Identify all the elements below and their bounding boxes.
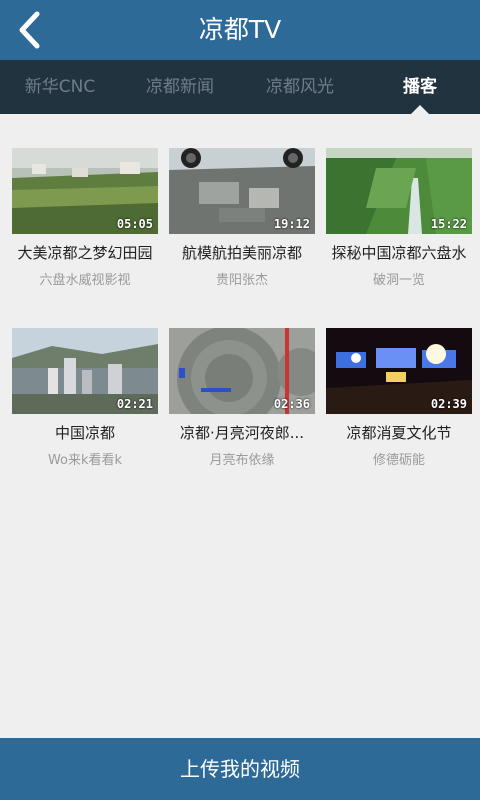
video-author: Wo来k看看k (47, 453, 123, 468)
video-card[interactable]: 02:21 中国凉都 Wo来k看看k (12, 328, 158, 468)
video-thumbnail[interactable]: 02:36 (169, 328, 315, 414)
video-author: 月亮布依缘 (209, 453, 275, 468)
video-card[interactable]: 02:39 凉都消夏文化节 修德砺能 (326, 328, 472, 468)
video-duration: 15:22 (430, 217, 467, 231)
video-thumbnail[interactable]: 02:39 (326, 328, 472, 414)
top-bar: 凉都TV (0, 0, 480, 60)
video-card[interactable]: 02:36 凉都·月亮河夜郎... 月亮布依缘 (169, 328, 315, 468)
tab-bar: 新华CNC 凉都新闻 凉都风光 播客 (0, 60, 480, 114)
video-title[interactable]: 航模航拍美丽凉都 (169, 242, 315, 263)
video-duration: 02:21 (116, 397, 153, 411)
video-card[interactable]: 19:12 航模航拍美丽凉都 贵阳张杰 (169, 148, 315, 288)
video-title[interactable]: 中国凉都 (12, 422, 158, 443)
video-card[interactable]: 05:05 大美凉都之梦幻田园 六盘水威视影视 (12, 148, 158, 288)
video-author: 破洞一览 (372, 273, 425, 288)
tab-xinhua-cnc[interactable]: 新华CNC (0, 60, 120, 114)
app-title: 凉都TV (198, 15, 282, 44)
tab-podcast[interactable]: 播客 (360, 60, 480, 114)
video-thumbnail[interactable]: 05:05 (12, 148, 158, 234)
video-author: 贵阳张杰 (215, 273, 268, 288)
video-thumbnail[interactable]: 02:21 (12, 328, 158, 414)
video-title[interactable]: 凉都·月亮河夜郎... (169, 422, 315, 443)
upload-video-button[interactable]: 上传我的视频 (0, 738, 480, 800)
video-author: 六盘水威视影视 (39, 273, 131, 288)
video-duration: 19:12 (273, 217, 310, 231)
video-title[interactable]: 凉都消夏文化节 (326, 422, 472, 443)
video-card[interactable]: 15:22 探秘中国凉都六盘水 破洞一览 (326, 148, 472, 288)
tab-liangdu-scenery[interactable]: 凉都风光 (240, 60, 360, 114)
video-duration: 02:36 (273, 397, 310, 411)
tab-liangdu-news[interactable]: 凉都新闻 (120, 60, 240, 114)
video-title[interactable]: 大美凉都之梦幻田园 (12, 242, 158, 263)
video-thumbnail[interactable]: 19:12 (169, 148, 315, 234)
video-duration: 02:39 (430, 397, 467, 411)
video-title[interactable]: 探秘中国凉都六盘水 (326, 242, 472, 263)
video-thumbnail[interactable]: 15:22 (326, 148, 472, 234)
video-duration: 05:05 (116, 217, 153, 231)
video-author: 修德砺能 (372, 453, 425, 468)
